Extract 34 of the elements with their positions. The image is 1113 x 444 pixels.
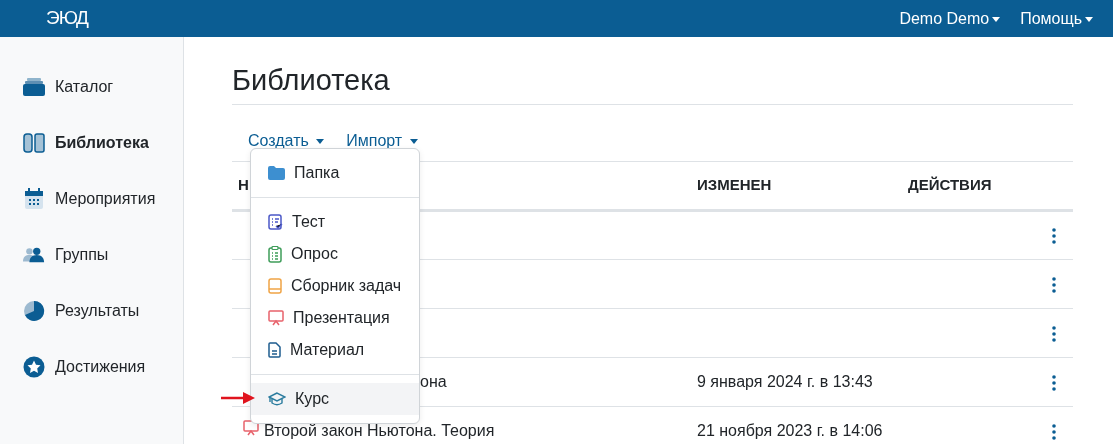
menu-item[interactable]: Материал [251,334,419,366]
user-menu-dropdown[interactable]: Demo Demo [893,6,1007,31]
inbox-tray-icon [23,78,45,96]
table-cell: 9 января 2024 г. в 13:43 [697,372,873,390]
column-header: ИЗМЕНЕН [686,161,897,211]
column-header: ДЕЙСТВИЯ [897,161,1013,211]
menu-item[interactable]: Сборник задач [251,270,419,302]
book-icon [268,278,282,294]
logo[interactable]: ЭЮД [46,4,88,33]
graduation-cap-icon [268,392,286,406]
user-menu-dropdown[interactable]: Помощь [1014,6,1099,31]
sidebar-item[interactable]: Каталог [0,59,183,115]
menu-item[interactable]: Курс [251,383,419,415]
sidebar-item[interactable]: Группы [0,227,183,283]
table-cell-text: она [420,371,447,392]
people-icon [23,247,45,263]
presentation-board-icon [268,310,284,326]
star-badge-icon [23,356,45,378]
sidebar-item[interactable]: Мероприятия [0,171,183,227]
calendar-icon [23,188,45,210]
table-cell: Второй закон Ньютона. Теория [264,421,495,439]
sidebar-item[interactable]: Результаты [0,283,183,339]
sidebar-item[interactable]: Библиотека [0,115,183,171]
menu-item[interactable]: Опрос [251,238,419,270]
document-icon [268,342,281,358]
clipboard-icon [268,245,282,263]
menu-item[interactable]: Презентация [251,302,419,334]
table-cell: 21 ноября 2023 г. в 14:06 [697,421,883,439]
pie-chart-icon [23,300,45,322]
folder-icon [268,166,285,180]
checklist-icon [268,214,283,230]
page-title: Библиотека [232,63,1073,105]
sidebar-item[interactable]: Достижения [0,339,183,395]
books-icon [23,133,45,153]
